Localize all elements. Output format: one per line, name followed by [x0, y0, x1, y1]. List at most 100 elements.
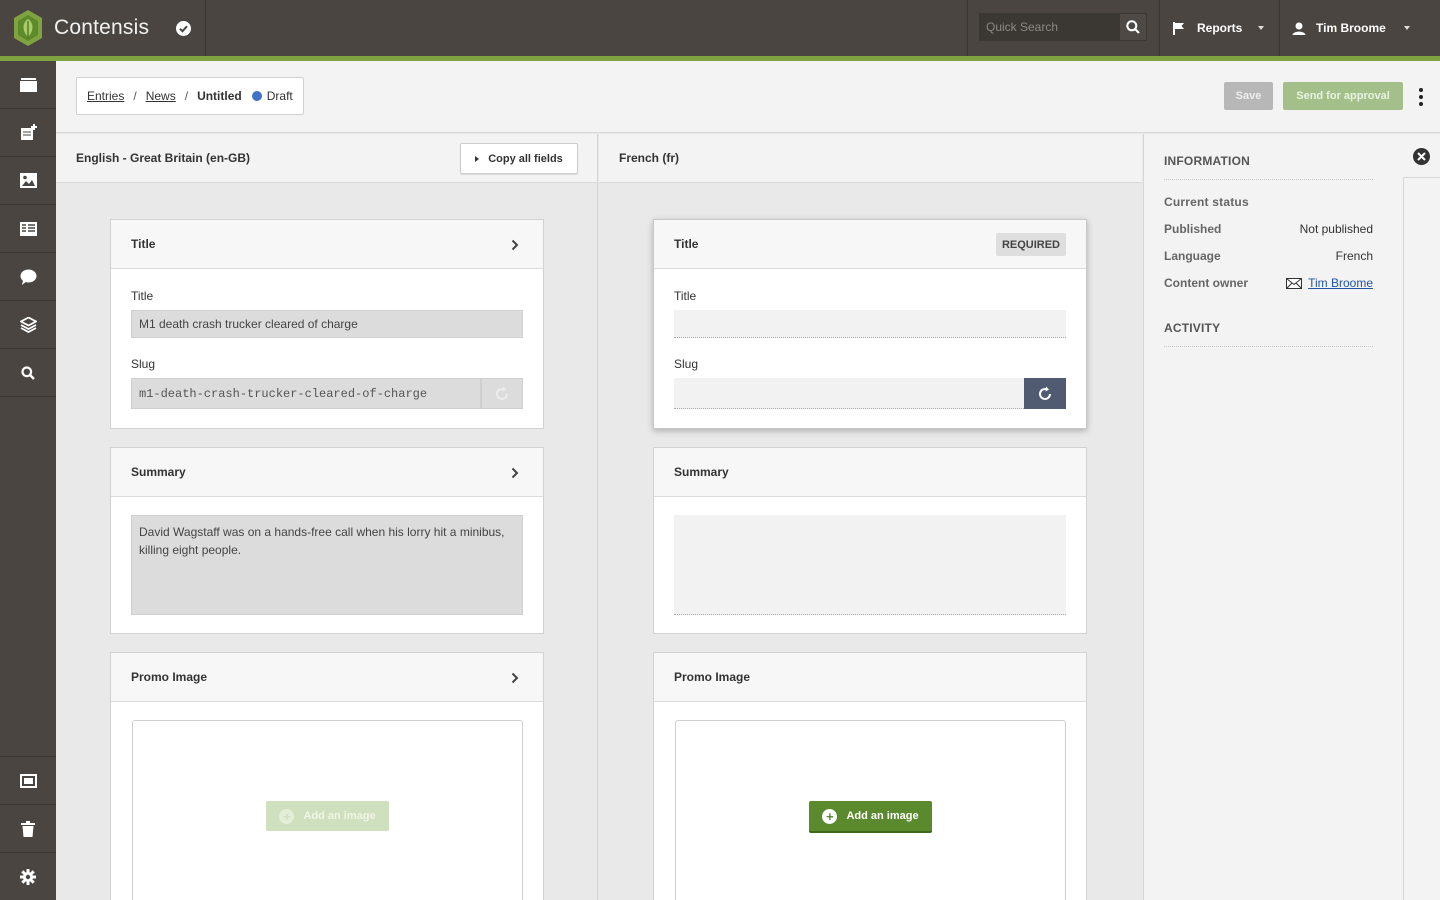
language-value: French	[1335, 249, 1373, 263]
contensis-logo[interactable]: Contensis	[12, 8, 149, 48]
chevron-right-icon[interactable]	[511, 239, 519, 251]
add-image-label: Add an image	[846, 810, 919, 822]
save-button[interactable]: Save	[1224, 82, 1273, 110]
information-heading: INFORMATION	[1164, 154, 1250, 168]
app-name: Contensis	[54, 16, 150, 39]
summary-card: Summary	[653, 447, 1087, 634]
trash-icon	[21, 820, 35, 837]
card-header: Summary	[654, 448, 1086, 497]
flag-icon	[1173, 21, 1184, 35]
user-menu[interactable]: Tim Broome	[1292, 0, 1410, 56]
sidebar-item-lists[interactable]	[0, 205, 56, 253]
title-field[interactable]	[674, 310, 1066, 338]
sidebar-item-new-entry[interactable]	[0, 109, 56, 157]
title-card: Title REQUIRED Title Slug	[653, 219, 1087, 429]
divider	[1164, 346, 1373, 347]
regenerate-slug-button	[481, 378, 523, 409]
breadcrumb-news-link[interactable]: News	[146, 89, 176, 103]
information-panel: INFORMATION Current status Published Not…	[1143, 134, 1440, 900]
title-field-label: Title	[674, 289, 697, 303]
breadcrumb-entries-link[interactable]: Entries	[87, 89, 124, 103]
panel-edge	[1403, 177, 1440, 900]
target-language-column: French (fr) Title REQUIRED Title Slug Su…	[599, 134, 1142, 900]
card-title: Title	[674, 237, 699, 251]
sidebar-item-windows[interactable]	[0, 756, 56, 804]
layers-icon	[19, 316, 37, 333]
close-icon	[1417, 152, 1426, 161]
slug-field: m1-death-crash-trucker-cleared-of-charge	[131, 378, 481, 409]
slug-field-label: Slug	[131, 357, 156, 371]
top-bar: Contensis Reports Tim Broome	[0, 0, 1440, 56]
language-key: Language	[1164, 249, 1221, 263]
plus-circle-icon: +	[279, 808, 295, 824]
slug-field-label: Slug	[674, 357, 699, 371]
chevron-right-icon[interactable]	[511, 672, 519, 684]
column-header: English - Great Britain (en-GB) Copy all…	[56, 134, 597, 183]
search-button[interactable]	[1119, 13, 1147, 41]
column-title: English - Great Britain (en-GB)	[76, 151, 251, 165]
check-circle-icon	[175, 20, 191, 36]
summary-field: David Wagstaff was on a hands-free call …	[131, 515, 523, 615]
image-drop-area: + Add an image	[132, 720, 523, 900]
add-image-label: Add an image	[303, 810, 376, 822]
summary-field[interactable]	[674, 515, 1066, 615]
close-panel-button[interactable]	[1413, 148, 1430, 165]
card-title: Promo Image	[674, 670, 751, 684]
reports-label: Reports	[1197, 21, 1243, 35]
card-title: Title	[131, 237, 156, 251]
slug-field[interactable]	[674, 378, 1024, 409]
regenerate-slug-button[interactable]	[1024, 378, 1066, 409]
copy-all-fields-label: Copy all fields	[488, 152, 563, 165]
sidebar-item-comments[interactable]	[0, 253, 56, 301]
add-image-button[interactable]: + Add an image	[809, 801, 932, 831]
sidebar-item-recycle-bin[interactable]	[0, 804, 56, 852]
add-entry-icon	[20, 124, 37, 140]
divider	[967, 0, 968, 56]
triangle-right-icon	[475, 155, 480, 162]
summary-card: Summary David Wagstaff was on a hands-fr…	[110, 447, 544, 634]
card-header: Title REQUIRED	[654, 220, 1086, 269]
quick-search	[979, 13, 1147, 41]
status-dot-icon	[251, 91, 262, 101]
divider	[1164, 179, 1373, 180]
sidebar-item-folders[interactable]	[0, 61, 56, 109]
sidebar-item-components[interactable]	[0, 301, 56, 349]
card-title: Summary	[131, 465, 186, 479]
sidebar-item-settings[interactable]	[0, 852, 56, 900]
reports-menu[interactable]: Reports	[1173, 0, 1265, 56]
title-field: M1 death crash trucker cleared of charge	[131, 310, 523, 338]
card-title: Promo Image	[131, 670, 208, 684]
published-key: Published	[1164, 222, 1222, 236]
current-status-label: Current status	[1164, 195, 1249, 209]
tasks-button[interactable]	[170, 14, 196, 42]
folder-icon	[19, 77, 37, 92]
sidebar-item-images[interactable]	[0, 157, 56, 205]
send-for-approval-button[interactable]: Send for approval	[1283, 82, 1403, 110]
window-icon	[19, 773, 37, 788]
chevron-right-icon[interactable]	[511, 467, 519, 479]
envelope-icon[interactable]	[1286, 277, 1303, 289]
image-icon	[19, 173, 37, 188]
image-drop-area: + Add an image	[675, 720, 1066, 900]
refresh-icon	[496, 386, 508, 400]
gear-icon	[20, 868, 36, 885]
content-owner-link[interactable]: Tim Broome	[1308, 276, 1373, 290]
more-options-icon[interactable]	[1413, 86, 1429, 108]
refresh-icon	[1039, 386, 1051, 400]
column-title: French (fr)	[619, 151, 679, 165]
quick-search-input[interactable]	[979, 13, 1119, 41]
copy-all-fields-button[interactable]: Copy all fields	[460, 143, 578, 174]
promo-image-card: Promo Image + Add an image	[110, 652, 544, 900]
leaf-logo-icon	[14, 10, 42, 46]
card-header: Promo Image	[111, 653, 543, 702]
sidebar-item-search[interactable]	[0, 349, 56, 397]
breadcrumb-separator: /	[133, 89, 137, 103]
divider	[1159, 0, 1160, 56]
status-badge: Draft	[266, 89, 293, 103]
title-field-label: Title	[131, 289, 154, 303]
search-icon	[21, 365, 35, 380]
card-header: Title	[111, 220, 543, 269]
content-owner-value: Tim Broome	[1286, 276, 1373, 290]
chevron-down-icon	[1403, 26, 1410, 30]
activity-heading: ACTIVITY	[1164, 321, 1221, 335]
